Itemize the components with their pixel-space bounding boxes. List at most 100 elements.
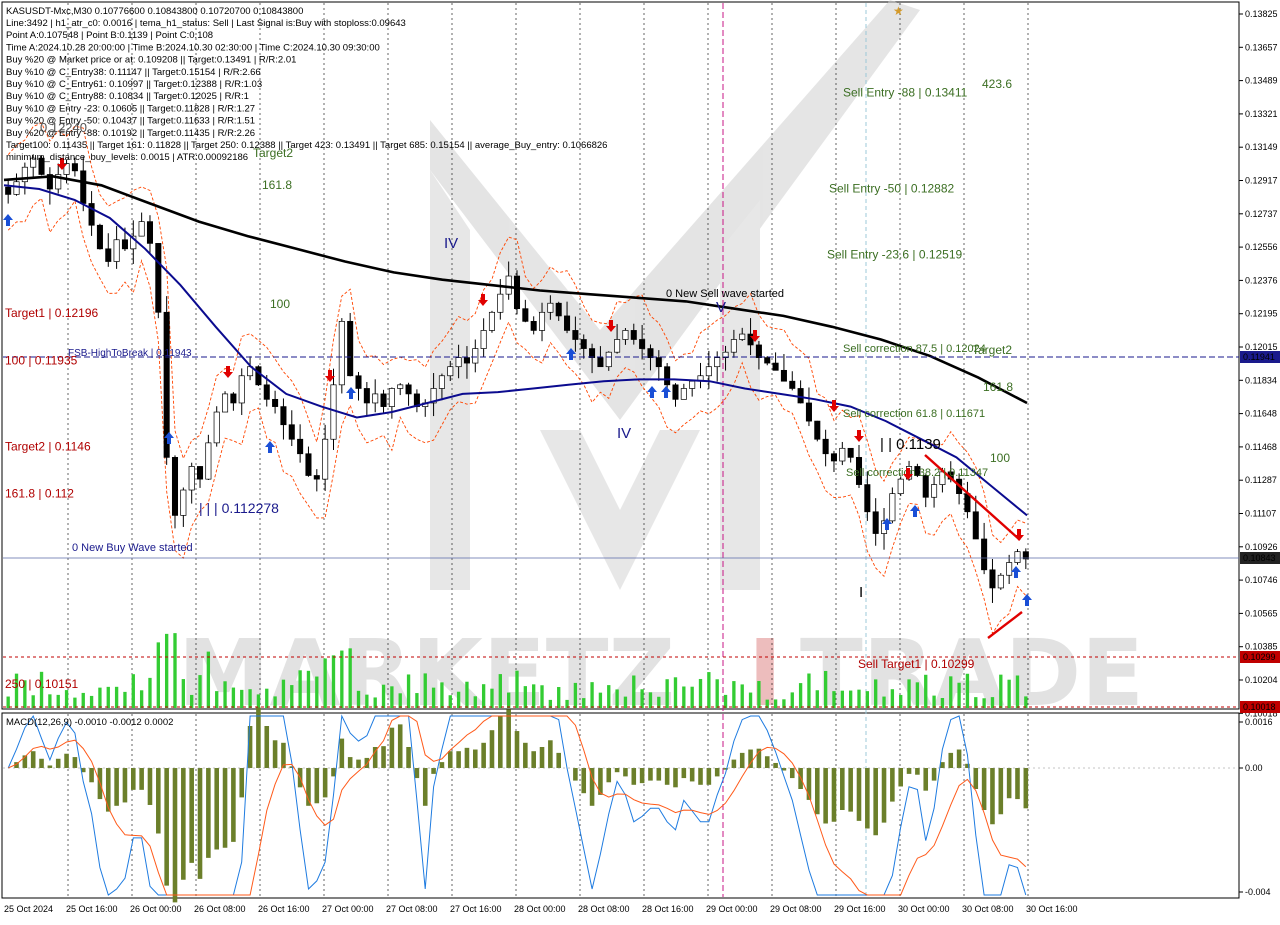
right-fib-label: 423.6	[982, 77, 1012, 91]
candle-body	[555, 302, 562, 317]
candle-body	[113, 239, 120, 262]
candle-body	[313, 475, 320, 480]
bottom-level-box-text: 0.10018	[1243, 702, 1276, 712]
time-axis-label: 30 Oct 00:00	[898, 904, 950, 914]
info-line: Point A:0.107548 | Point B:0.1139 | Poin…	[6, 30, 213, 41]
candle-body	[513, 275, 521, 310]
wave-i-label: I	[859, 584, 863, 601]
candle-body	[764, 357, 771, 364]
price-axis-label: 0.11287	[1245, 475, 1277, 485]
candle-body	[789, 380, 796, 389]
candle-body	[497, 293, 504, 313]
candle-body	[171, 457, 179, 516]
price-axis-label: 0.12556	[1245, 242, 1278, 252]
right-fib-label: 161.8	[983, 380, 1013, 394]
candle-body	[672, 384, 679, 400]
candle-body	[238, 375, 245, 404]
candle-body	[780, 369, 787, 382]
candle-body	[614, 339, 621, 353]
sell-correction-label: Sell correction 38.2 | 0.11347	[846, 467, 988, 479]
candle-body	[305, 453, 312, 476]
price-axis-label: 0.10746	[1245, 575, 1278, 585]
candle-body	[96, 224, 103, 250]
info-line: Buy %10 @ Entry -23: 0.10605 || Target:0…	[6, 103, 255, 114]
candle-body	[747, 333, 754, 346]
candle-body	[5, 186, 12, 195]
macd-label: MACD(12,26,9) -0.0010 -0.0012 0.0002	[6, 717, 173, 728]
highlight-level-box-text: 0.11941	[1243, 352, 1275, 362]
candle-body	[797, 388, 804, 404]
red-level-box-text: 0.10299	[1243, 652, 1276, 662]
candle-body	[981, 538, 988, 571]
candle-body	[288, 424, 295, 440]
candle-body	[488, 311, 495, 331]
symbol-line: KASUSDT-Mxc,M30 0.10776600 0.10843800 0.…	[6, 6, 303, 17]
candle-body	[605, 351, 612, 368]
candle-body	[964, 493, 971, 513]
right-fib-label: Target2	[972, 343, 1012, 357]
chart-window: MARKETZ I TRADE Target1 | 0.12196 100 | 0…	[0, 0, 1280, 920]
candle-body	[572, 330, 579, 340]
info-line: Buy %10 @ C_Entry38: 0.11147 || Target:0…	[6, 67, 261, 78]
candle-body	[814, 420, 821, 440]
candle-body	[121, 239, 128, 250]
time-axis-label: 26 Oct 16:00	[258, 904, 310, 914]
candle-body	[71, 163, 78, 172]
new-buy-wave-label: 0 New Buy Wave started	[72, 542, 193, 554]
candle-body	[388, 388, 395, 407]
candle-body	[272, 398, 279, 407]
candle-body	[188, 466, 195, 491]
info-line: Buy %10 @ C_Entry88: 0.10834 || Target:0…	[6, 91, 249, 102]
candle-body	[522, 308, 529, 322]
price-axis-label: 0.11648	[1245, 409, 1277, 419]
info-line: Buy %20 @ Market price or at: 0.109208 |…	[6, 55, 296, 66]
candle-body	[839, 447, 846, 462]
time-axis-label: 30 Oct 08:00	[962, 904, 1014, 914]
candle-body	[355, 375, 362, 389]
top-left-number: 0.12240	[40, 120, 87, 135]
time-axis-label: 27 Oct 08:00	[386, 904, 438, 914]
candle-body	[689, 380, 696, 389]
macd-axis-label: -0.004	[1245, 887, 1271, 897]
price-axis-label: 0.12015	[1245, 342, 1278, 352]
candle-body	[889, 493, 896, 522]
target2-top-label: Target2	[253, 146, 293, 160]
fib-left-label: Target1 | 0.12196	[5, 306, 99, 320]
candle-body	[472, 348, 479, 364]
sell-entry-label: Sell Entry -23.6 | 0.12519	[827, 247, 963, 261]
candle-body	[580, 339, 587, 349]
time-axis-label: 26 Oct 08:00	[194, 904, 246, 914]
candle-body	[347, 321, 354, 377]
candle-body	[1006, 562, 1013, 576]
current-price-box-text: 0.10843	[1243, 553, 1276, 563]
candle-body	[146, 221, 153, 244]
price-axis-label: 0.13657	[1245, 42, 1278, 52]
candle-body	[589, 348, 596, 358]
fib-left-label: 161.8 | 0.112	[5, 487, 74, 501]
candle-body	[397, 384, 404, 389]
price-axis-label: 0.12737	[1245, 209, 1278, 219]
candle-body	[655, 357, 662, 368]
price-axis-label: 0.12376	[1245, 275, 1278, 285]
price-axis-label: 0.11107	[1245, 509, 1276, 519]
candle-body	[255, 366, 262, 386]
price-axis-label: 0.10204	[1245, 675, 1278, 685]
time-axis-label: 27 Oct 00:00	[322, 904, 374, 914]
candle-body	[463, 357, 470, 364]
candle-body	[322, 438, 329, 480]
candle-body	[597, 357, 604, 368]
info-line: Line:3492 | h1_atr_c0: 0.0016 | tema_h1_…	[6, 18, 406, 29]
price-axis-label: 0.12917	[1245, 176, 1278, 186]
candle-body	[80, 170, 87, 204]
macd-axis-label: 0.00	[1245, 763, 1263, 773]
candle-body	[989, 569, 996, 589]
candle-body	[438, 375, 445, 389]
candle-body	[180, 489, 187, 516]
candle-body	[1014, 551, 1021, 563]
candle-body	[263, 384, 270, 400]
candle-body	[680, 388, 687, 400]
fsb-label: FSB-HighToBreak | 0.11943	[68, 348, 192, 359]
candle-body	[997, 574, 1004, 589]
candle-body	[447, 366, 454, 377]
candle-body	[622, 330, 629, 340]
